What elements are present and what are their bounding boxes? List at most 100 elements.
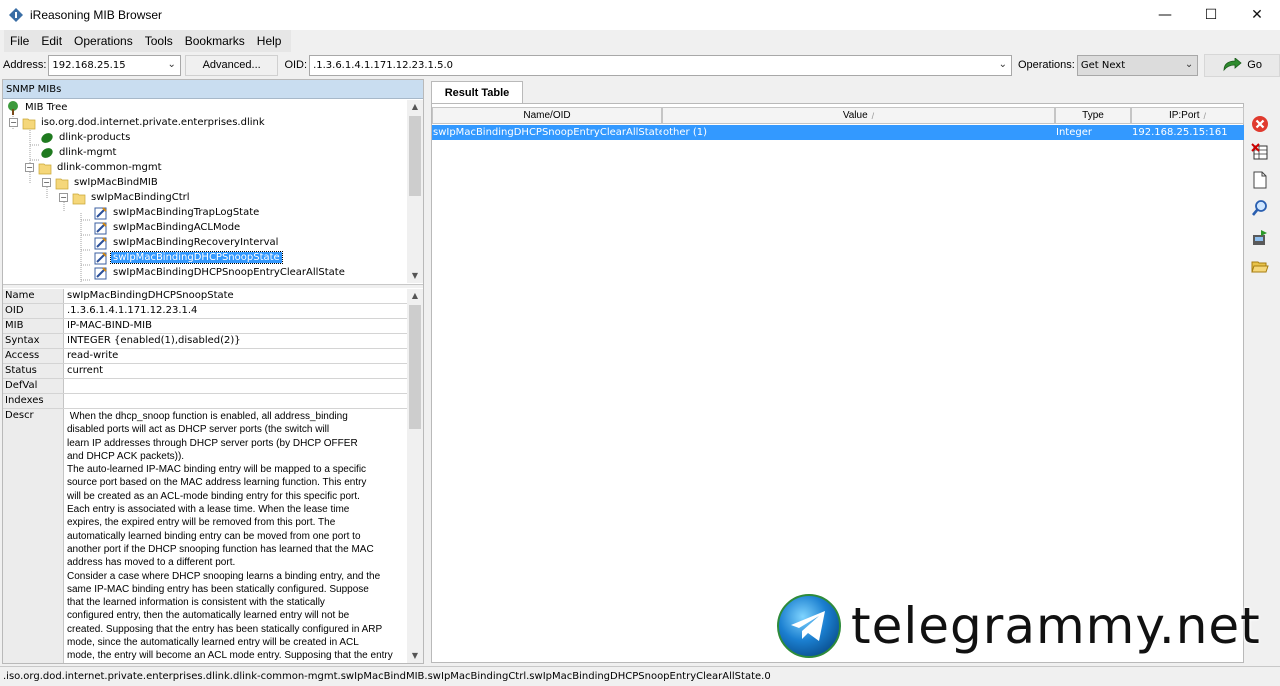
export-icon[interactable] [1249,227,1271,249]
menu-operations[interactable]: Operations [68,30,139,52]
watermark-text: telegrammy.net [851,597,1261,655]
maximize-button[interactable]: ☐ [1188,0,1234,30]
tree-node-aclmode[interactable]: swIpMacBindingACLMode [93,220,242,235]
column-header-value[interactable]: Value / [662,107,1055,124]
menu-bar: File Edit Operations Tools Bookmarks Hel… [0,30,1280,52]
tree-node-dlink-common-mgmt[interactable]: − dlink-common-mgmt [25,160,164,175]
snmp-mibs-panel: SNMP MIBs MIB Tree − iso.org.dod.interne… [2,79,424,664]
description-text: When the dhcp_snoop function is enabled,… [67,411,393,662]
properties-scrollbar[interactable]: ▲ ▼ [407,289,423,663]
menu-tools[interactable]: Tools [139,30,179,52]
result-side-toolbar [1245,105,1275,665]
prop-row-syntax: Syntax INTEGER {enabled(1),disabled(2)} [3,334,408,349]
tab-bar: Result Table [431,79,1246,103]
toolbar: Address: 192.168.25.15 ⌄ Advanced... OID… [0,53,1280,77]
chevron-down-icon: ⌄ [998,58,1007,70]
scroll-up-icon[interactable]: ▲ [407,289,423,303]
folder-icon [71,191,86,205]
status-bar: .iso.org.dod.internet.private.enterprise… [0,666,1280,686]
prop-row-oid: OID .1.3.6.1.4.1.171.12.23.1.4 [3,304,408,319]
tree-node-dlink-mgmt[interactable]: dlink-mgmt [39,145,118,160]
chevron-down-icon: ⌄ [1184,58,1194,70]
tree-node-dlink[interactable]: − iso.org.dod.internet.private.enterpris… [9,115,267,130]
chevron-down-icon: ⌄ [167,58,176,70]
app-icon [8,7,24,23]
collapse-icon[interactable]: − [42,178,51,187]
delete-icon[interactable] [1249,113,1271,135]
folder-icon [21,116,36,130]
scroll-thumb[interactable] [409,305,421,429]
tree-node-dhcpsnoopstate[interactable]: swIpMacBindingDHCPSnoopState [93,250,283,265]
menu-bookmarks[interactable]: Bookmarks [179,30,251,52]
window-title: iReasoning MIB Browser [30,8,163,22]
oid-value: .1.3.6.1.4.1.171.12.23.1.5.0 [313,59,454,71]
leaf-icon [39,146,54,160]
collapse-icon[interactable]: − [59,193,68,202]
folder-icon [37,161,52,175]
column-header-name-oid[interactable]: Name/OID [432,107,662,124]
collapse-icon[interactable]: − [9,118,18,127]
folder-icon [54,176,69,190]
table-row[interactable]: swIpMacBindingDHCPSnoopEntryClearAllStat… [432,125,1244,140]
minimize-button[interactable]: — [1142,0,1188,30]
tab-result-table[interactable]: Result Table [431,81,523,103]
address-value: 192.168.25.15 [52,59,126,71]
tree-node-mib-tree[interactable]: MIB Tree [5,100,69,115]
scroll-thumb[interactable] [409,116,421,196]
property-table: Name swIpMacBindingDHCPSnoopState OID .1… [3,289,408,663]
tree-node-swipmacbindingctrl[interactable]: − swIpMacBindingCtrl [59,190,192,205]
tree-node-dhcpsnoopentryclearallstate[interactable]: swIpMacBindingDHCPSnoopEntryClearAllStat… [93,265,347,280]
scroll-up-icon[interactable]: ▲ [407,100,423,114]
leaf-icon [39,131,54,145]
scalar-icon [93,206,108,220]
open-folder-icon[interactable] [1249,255,1271,277]
prop-row-defval: DefVal [3,379,408,394]
prop-row-name: Name swIpMacBindingDHCPSnoopState [3,289,408,304]
tree-node-traplogstate[interactable]: swIpMacBindingTrapLogState [93,205,261,220]
watermark: telegrammy.net [777,592,1261,660]
oid-combo[interactable]: .1.3.6.1.4.1.171.12.23.1.5.0 ⌄ [309,54,1012,76]
prop-row-status: Status current [3,364,408,379]
operations-value: Get Next [1080,59,1126,71]
tree-icon [5,100,20,115]
mib-tree: MIB Tree − iso.org.dod.internet.private.… [3,100,408,283]
scroll-down-icon[interactable]: ▼ [407,649,423,663]
oid-label: OID: [284,59,308,71]
scalar-icon [93,251,108,265]
collapse-icon[interactable]: − [25,163,34,172]
new-document-icon[interactable] [1249,169,1271,191]
prop-row-access: Access read-write [3,349,408,364]
address-label: Address: [3,59,47,71]
menu-edit[interactable]: Edit [35,30,68,52]
find-icon[interactable] [1249,197,1271,219]
sort-icon: / [1203,110,1207,121]
result-table: Name/OID Value / Type IP:Port / swIpMacBin… [431,103,1244,663]
sort-icon: / [871,110,875,121]
panel-splitter[interactable] [3,284,423,288]
telegram-logo-icon [777,594,841,658]
scalar-icon [93,236,108,250]
tree-node-recoveryinterval[interactable]: swIpMacBindingRecoveryInterval [93,235,280,250]
menu-help[interactable]: Help [251,30,288,52]
prop-row-descr: Descr When the dhcp_snoop function is en… [3,409,408,663]
operations-combo[interactable]: Get Next ⌄ [1076,54,1199,76]
go-label: Go [1247,59,1262,71]
column-header-type[interactable]: Type [1055,107,1131,124]
go-button[interactable]: Go [1204,53,1280,77]
address-combo[interactable]: 192.168.25.15 ⌄ [48,54,181,76]
menu-file[interactable]: File [4,30,35,52]
tree-node-dlink-products[interactable]: dlink-products [39,130,132,145]
operations-label: Operations: [1017,59,1075,71]
prop-row-mib: MIB IP-MAC-BIND-MIB [3,319,408,334]
title-bar: iReasoning MIB Browser — ☐ ✕ [0,0,1280,30]
close-button[interactable]: ✕ [1234,0,1280,30]
scroll-down-icon[interactable]: ▼ [407,269,423,283]
snmp-mibs-header: SNMP MIBs [3,80,423,99]
prop-row-indexes: Indexes [3,394,408,409]
tree-scrollbar[interactable]: ▲ ▼ [407,100,423,283]
scalar-icon [93,221,108,235]
advanced-button[interactable]: Advanced... [184,54,279,76]
tree-node-swipmacbindmib[interactable]: − swIpMacBindMIB [42,175,160,190]
column-header-ip-port[interactable]: IP:Port / [1131,107,1244,124]
clear-table-icon[interactable] [1249,141,1271,163]
